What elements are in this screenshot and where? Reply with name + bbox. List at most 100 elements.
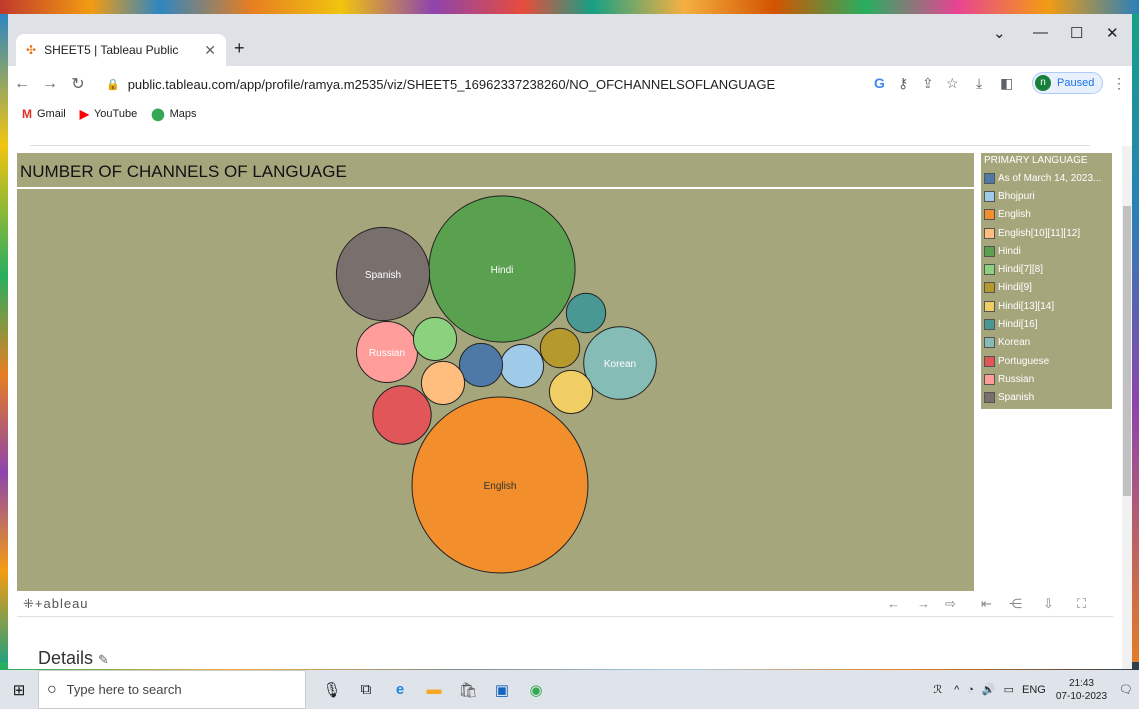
plot-area[interactable]: English Hindi Spanish Korean Russian	[17, 189, 974, 591]
tab-search-chevron-down-icon[interactable]: ⌄	[993, 24, 1006, 42]
microphone-icon[interactable]: 🎙	[316, 681, 348, 699]
legend-item[interactable]: As of March 14, 2023...	[984, 169, 1109, 187]
legend-swatch	[984, 355, 995, 367]
download-icon[interactable]: ⤓	[976, 75, 982, 92]
page-scrollbar[interactable]	[1122, 146, 1132, 669]
share-icon[interactable]: ⇪	[922, 75, 934, 92]
bookmark-youtube[interactable]: ▶ YouTube	[80, 107, 137, 121]
legend-item[interactable]: English[10][11][12]	[984, 224, 1109, 242]
google-icon[interactable]: G	[874, 75, 885, 91]
legend-item[interactable]: Hindi[13][14]	[984, 297, 1109, 315]
download-icon[interactable]: ⇩	[1043, 596, 1054, 612]
chevron-up-icon[interactable]: ^	[954, 684, 959, 696]
edge-browser-icon[interactable]: e	[384, 681, 416, 698]
legend-list: As of March 14, 2023... Bhojpuri English En…	[984, 169, 1109, 407]
undo-icon[interactable]: ←	[887, 596, 900, 611]
bubble-label: Hindi	[491, 265, 514, 276]
bubble-hindi-16[interactable]	[565, 292, 607, 334]
legend-label: Spanish	[998, 392, 1035, 404]
back-button[interactable]: ←	[8, 75, 36, 93]
bubble-hindi-13-14[interactable]	[548, 369, 594, 415]
legend-item[interactable]: Hindi[9]	[984, 279, 1109, 297]
clock[interactable]: 21:43 07-10-2023	[1056, 677, 1107, 703]
bubble-english-10-11-12[interactable]	[420, 360, 466, 406]
legend-label: Hindi[16]	[998, 319, 1038, 331]
reload-button[interactable]: ↻	[64, 74, 92, 94]
legend-title: PRIMARY LANGUAGE	[984, 155, 1088, 166]
legend-swatch	[984, 172, 995, 184]
revert-all-icon[interactable]: ⇤	[981, 596, 992, 612]
legend-item[interactable]: Hindi[7][8]	[984, 260, 1109, 278]
close-tab-icon[interactable]: ✕	[204, 42, 216, 59]
clock-date: 07-10-2023	[1055, 690, 1108, 702]
legend-swatch	[984, 337, 995, 349]
lock-icon: 🔒	[106, 78, 120, 91]
legend-item[interactable]: Russian	[984, 370, 1109, 388]
bookmark-maps[interactable]: ⬤ Maps	[151, 107, 196, 121]
legend-swatch	[984, 264, 995, 276]
gmail-icon: M	[22, 107, 32, 121]
tab-title: SHEET5 | Tableau Public	[44, 43, 179, 57]
bubble-portuguese[interactable]	[372, 385, 432, 445]
bubble-label: Spanish	[365, 270, 401, 281]
chrome-icon[interactable]: ◉	[520, 681, 552, 699]
photos-icon[interactable]: ▣	[486, 681, 518, 699]
address-bar[interactable]: 🔒 public.tableau.com/app/profile/ramya.m…	[106, 70, 896, 98]
bubble-label: Russian	[369, 348, 405, 359]
side-panel-icon[interactable]: ◧	[1000, 75, 1013, 92]
bubble-hindi-7-8[interactable]	[412, 316, 458, 362]
fullscreen-icon[interactable]: ⛶	[1077, 596, 1086, 612]
legend-swatch	[984, 227, 995, 239]
chart-title: NUMBER OF CHANNELS OF LANGUAGE	[20, 162, 347, 181]
legend-item[interactable]: English	[984, 206, 1109, 224]
revert-icon[interactable]: ⇨	[945, 596, 956, 612]
search-placeholder: Type here to search	[66, 682, 182, 697]
store-icon[interactable]: 🛍	[452, 681, 484, 699]
legend-item[interactable]: Portuguese	[984, 352, 1109, 370]
language-indicator[interactable]: ENG	[1022, 684, 1046, 696]
notification-icon[interactable]: 🗨	[1119, 683, 1133, 696]
web-page: NUMBER OF CHANNELS OF LANGUAGE English Hi…	[8, 126, 1132, 669]
battery-icon[interactable]: ▭	[1004, 683, 1014, 696]
desktop-wallpaper	[0, 0, 1139, 14]
scrollbar-thumb[interactable]	[1123, 206, 1131, 496]
key-icon[interactable]: ⚷	[898, 75, 908, 92]
desktop-wallpaper-left	[0, 14, 8, 669]
legend-item[interactable]: Hindi[16]	[984, 315, 1109, 333]
legend-label: As of March 14, 2023...	[998, 172, 1102, 184]
legend-item[interactable]: Bhojpuri	[984, 187, 1109, 205]
close-window-button[interactable]: ✕	[1106, 24, 1119, 42]
forward-button[interactable]: →	[36, 75, 64, 93]
details-heading: Details ✎	[38, 648, 109, 668]
bookmark-star-icon[interactable]: ☆	[946, 75, 959, 92]
avatar: n	[1035, 75, 1051, 91]
bubble-as-of-march-14-2023[interactable]	[458, 342, 504, 388]
taskbar-search-input[interactable]: ○ Type here to search	[38, 670, 306, 709]
share-icon[interactable]: ⋲	[1009, 596, 1022, 612]
legend-item[interactable]: Korean	[984, 334, 1109, 352]
people-icon[interactable]: ℛ	[933, 683, 942, 696]
browser-window: ✣ SHEET5 | Tableau Public ✕ + ⌄ — ☐ ✕ ← …	[8, 14, 1132, 669]
windows-start-button[interactable]: ⊞	[0, 681, 38, 699]
bubble-hindi-9[interactable]	[539, 327, 581, 369]
new-tab-button[interactable]: +	[234, 38, 245, 59]
legend-item[interactable]: Spanish	[984, 389, 1109, 407]
redo-icon[interactable]: →	[917, 596, 930, 611]
search-icon: ○	[47, 680, 57, 698]
menu-icon[interactable]: ⋮	[1112, 75, 1126, 92]
network-icon[interactable]: ◔	[967, 684, 974, 696]
bookmark-gmail[interactable]: M Gmail	[22, 107, 66, 121]
bubble-bhojpuri[interactable]	[499, 343, 545, 389]
task-view-icon[interactable]: ⧉	[350, 681, 382, 698]
profile-button[interactable]: n Paused	[1032, 72, 1104, 94]
file-explorer-icon[interactable]: ▬	[418, 681, 450, 698]
minimize-button[interactable]: —	[1033, 24, 1048, 41]
legend-item[interactable]: Hindi	[984, 242, 1109, 260]
maximize-button[interactable]: ☐	[1070, 24, 1083, 42]
volume-icon[interactable]: 🔊	[982, 683, 996, 696]
bookmarks-bar: M Gmail ▶ YouTube ⬤ Maps	[8, 102, 1132, 126]
maps-pin-icon: ⬤	[151, 107, 165, 121]
browser-tab[interactable]: ✣ SHEET5 | Tableau Public ✕	[16, 34, 226, 66]
bookmark-label: Gmail	[37, 108, 66, 120]
edit-pencil-icon[interactable]: ✎	[98, 652, 109, 667]
